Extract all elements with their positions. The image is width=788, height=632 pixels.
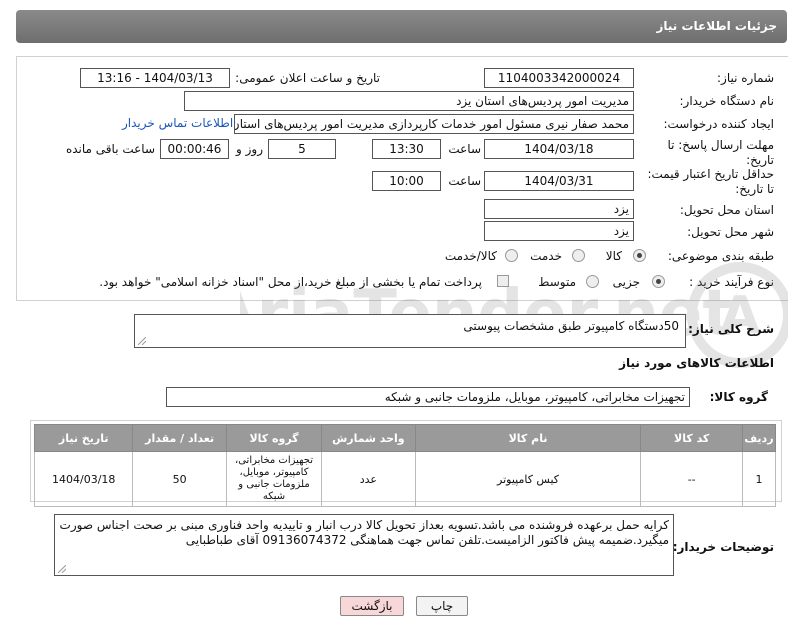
page-header: جزئیات اطلاعات نیاز	[16, 10, 787, 43]
resize-grip-icon[interactable]	[58, 565, 66, 573]
cell-name: کیس کامپیوتر	[414, 451, 642, 507]
cell-qty: 50	[132, 451, 227, 507]
remaining-time-field: 00:00:46	[160, 139, 229, 159]
need-number-label: شماره نیاز:	[717, 71, 774, 85]
cell-date: 1404/03/18	[33, 451, 134, 507]
cell-unit: عدد	[321, 451, 416, 507]
category-label: طبقه بندی موضوعی:	[667, 249, 774, 263]
category-goods-label: کالا	[605, 249, 622, 263]
min-price-time-field: 10:00	[372, 171, 441, 191]
col-group: گروه کالا	[225, 424, 323, 452]
days-label: روز و	[236, 142, 263, 156]
process-medium-label: متوسط	[538, 275, 576, 289]
summary-field: 50دستگاه کامپیوتر طبق مشخصات پیوستی	[134, 314, 686, 348]
min-price-label: حداقل تاریخ اعتبار قیمت: تا تاریخ:	[647, 167, 774, 196]
need-number-field: 1104003342000024	[484, 68, 634, 88]
buyer-org-field: مدیریت امور پردیس‌های استان یزد	[184, 91, 634, 111]
process-label: نوع فرآیند خرید :	[689, 275, 774, 289]
print-button[interactable]: چاپ	[416, 596, 468, 616]
buyer-notes-text: کرایه حمل برعهده فروشنده می باشد.تسویه ب…	[59, 518, 669, 547]
col-unit: واحد شمارش	[321, 424, 416, 452]
buyer-notes-field: کرایه حمل برعهده فروشنده می باشد.تسویه ب…	[54, 514, 674, 576]
col-code: کد کالا	[640, 424, 743, 452]
col-qty: تعداد / مقدار	[132, 424, 227, 452]
deadline-time-label: ساعت	[448, 142, 481, 156]
category-both-radio[interactable]	[505, 249, 518, 262]
province-field: یزد	[484, 199, 634, 219]
buyer-notes-label: توضیحات خریدار:	[672, 540, 774, 554]
days-field: 5	[268, 139, 336, 159]
table-row: 1 -- کیس کامپیوتر عدد تجهیزات مخابراتی، …	[33, 451, 777, 507]
resize-grip-icon[interactable]	[138, 337, 146, 345]
deadline-time-field: 13:30	[372, 139, 441, 159]
goods-group-field: تجهیزات مخابراتی، کامپیوتر، موبایل، ملزو…	[166, 387, 690, 407]
process-minor-label: جزیی	[612, 275, 640, 289]
summary-label: شرح کلی نیاز:	[688, 322, 774, 336]
category-service-radio[interactable]	[572, 249, 585, 262]
buyer-org-label: نام دستگاه خریدار:	[679, 94, 775, 108]
creator-field: محمد صفار نیری مسئول امور خدمات کارپرداز…	[234, 114, 634, 134]
cell-code: --	[640, 451, 743, 507]
announce-label: تاریخ و ساعت اعلان عمومی:	[235, 71, 380, 85]
province-label: استان محل تحویل:	[679, 203, 774, 217]
creator-label: ایجاد کننده درخواست:	[663, 117, 774, 131]
page-title: جزئیات اطلاعات نیاز	[656, 19, 777, 33]
col-name: نام کالا	[414, 424, 642, 452]
city-field: یزد	[484, 221, 634, 241]
payment-note: پرداخت تمام یا بخشی از مبلغ خرید،از محل …	[99, 275, 482, 289]
cell-group: تجهیزات مخابراتی، کامپیوتر، موبایل، ملزو…	[225, 451, 323, 507]
summary-text: 50دستگاه کامپیوتر طبق مشخصات پیوستی	[463, 319, 679, 333]
table-header-row: ردیف کد کالا نام کالا واحد شمارش گروه کا…	[33, 424, 777, 452]
category-goods-radio[interactable]	[633, 249, 646, 262]
process-minor-radio[interactable]	[652, 275, 665, 288]
process-medium-radio[interactable]	[586, 275, 599, 288]
remaining-label: ساعت باقی مانده	[65, 142, 155, 156]
category-both-label: کالا/خدمت	[444, 249, 497, 263]
announce-field: 1404/03/13 - 13:16	[80, 68, 230, 88]
category-service-label: خدمت	[530, 249, 562, 263]
col-row: ردیف	[741, 424, 777, 452]
items-table: ردیف کد کالا نام کالا واحد شمارش گروه کا…	[33, 424, 777, 507]
deadline-date-field: 1404/03/18	[484, 139, 634, 159]
city-label: شهر محل تحویل:	[687, 225, 774, 239]
goods-section-title: اطلاعات کالاهای مورد نیاز	[619, 356, 774, 370]
min-price-date-field: 1404/03/31	[484, 171, 634, 191]
treasury-payment-checkbox[interactable]	[497, 275, 509, 287]
goods-group-label: گروه کالا:	[709, 390, 768, 404]
buyer-contact-link[interactable]: اطلاعات تماس خریدار	[122, 116, 233, 130]
col-date: تاریخ نیاز	[33, 424, 134, 452]
min-price-time-label: ساعت	[448, 174, 481, 188]
cell-row: 1	[741, 451, 777, 507]
deadline-label: مهلت ارسال پاسخ: تا تاریخ:	[667, 138, 774, 167]
back-button[interactable]: بازگشت	[340, 596, 404, 616]
